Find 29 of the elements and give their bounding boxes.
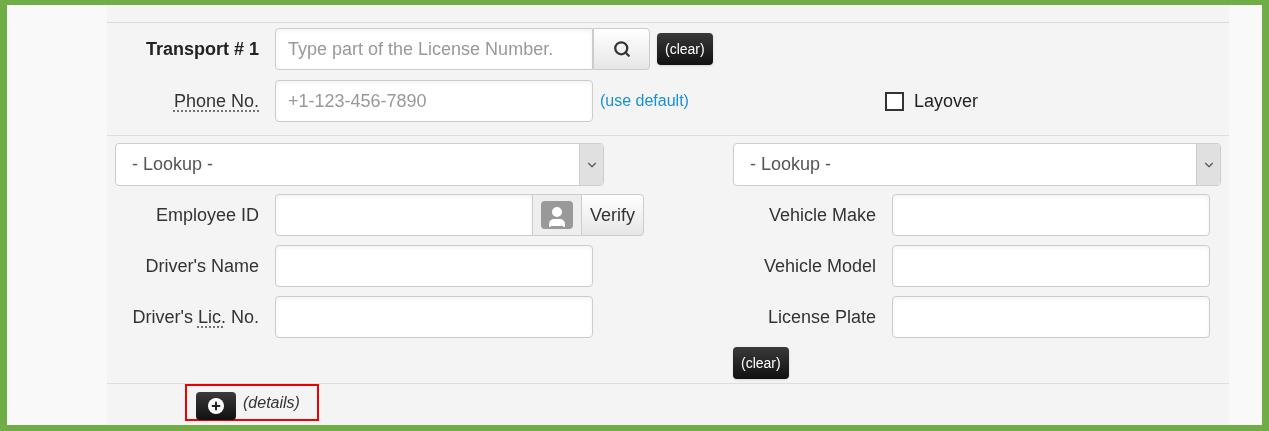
- verify-button[interactable]: Verify: [581, 194, 645, 236]
- field-label: Employee ID: [155, 203, 259, 227]
- search-icon: [612, 40, 631, 58]
- input-field[interactable]: [275, 245, 593, 287]
- field-label: License Plate: [767, 305, 876, 329]
- phone-label: Phone No.: [173, 89, 259, 113]
- layover-label: Layover: [913, 89, 978, 113]
- person-icon-button[interactable]: [533, 194, 581, 236]
- field-label: Vehicle Model: [763, 254, 876, 278]
- clear-button[interactable]: (clear): [733, 347, 789, 379]
- field-label: Vehicle Make: [768, 203, 876, 227]
- input-field[interactable]: Type part of the License Number.: [275, 28, 593, 70]
- lookup-select[interactable]: - Lookup -: [733, 143, 1221, 186]
- field-label: Driver's Lic. No.: [132, 305, 259, 329]
- input-field[interactable]: [892, 245, 1210, 287]
- person-icon: [541, 201, 573, 229]
- details-link[interactable]: (details): [243, 390, 300, 415]
- input-field[interactable]: [892, 296, 1210, 338]
- layover-checkbox[interactable]: [884, 91, 904, 111]
- input-field[interactable]: [275, 194, 533, 236]
- input-field[interactable]: +1-123-456-7890: [275, 80, 593, 122]
- lookup-select[interactable]: - Lookup -: [115, 143, 604, 186]
- expand-button[interactable]: [196, 391, 236, 420]
- clear-button[interactable]: (clear): [657, 33, 713, 65]
- transport-title: Transport # 1: [145, 37, 259, 61]
- search-button[interactable]: [593, 28, 650, 70]
- field-label: Driver's Name: [145, 254, 259, 278]
- input-field[interactable]: [892, 194, 1210, 236]
- input-field[interactable]: [275, 296, 593, 338]
